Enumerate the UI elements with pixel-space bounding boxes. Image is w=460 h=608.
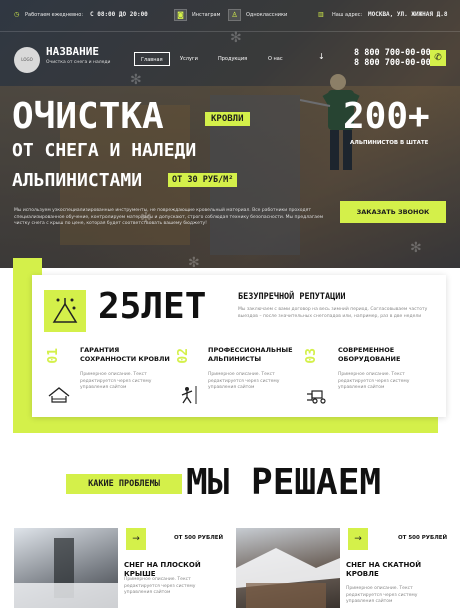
service-price: ОТ 500 РУБЛЕЙ <box>398 535 448 541</box>
feature-number: 02 <box>176 348 191 364</box>
nav-services[interactable]: Услуги <box>174 52 204 66</box>
climbers-count: 200+ <box>343 96 430 137</box>
top-bar: ◷ Работаем ежедневно: С 08:00 ДО 20:00 ◙… <box>0 0 460 32</box>
snowflake-icon: ✻ <box>230 30 242 46</box>
hero-title-line3: АЛЬПИНИСТАМИ <box>12 170 143 191</box>
reputation-text: Мы заключаем с вами договор на весь зимн… <box>238 307 428 319</box>
address-label: Наш адрес: <box>332 12 363 18</box>
brand-name: НАЗВАНИЕ <box>46 45 99 58</box>
clock-icon: ◷ <box>14 11 20 18</box>
request-call-button[interactable]: ЗАКАЗАТЬ ЗВОНОК <box>340 201 446 223</box>
hero-description: Мы используем узкоспециализированные инс… <box>14 208 324 226</box>
feature-text: Примерное описание. Текст редактируется … <box>208 372 280 390</box>
climbers-label: АЛЬПИНИСТОВ В ШТАТЕ <box>350 140 429 146</box>
snowplow-icon <box>307 390 326 404</box>
instagram-icon[interactable]: ◙ <box>174 9 187 21</box>
snowflake-icon: ✻ <box>130 72 142 88</box>
hero-tag-roof: КРОВЛИ <box>205 112 250 126</box>
hero-title-line1: ОЧИСТКА <box>12 96 164 137</box>
working-hours-label: Работаем ежедневно: <box>25 12 84 18</box>
phone-icon[interactable]: ✆ <box>430 50 446 66</box>
feature-number: 03 <box>304 348 319 364</box>
brand-tagline: Очистка от снега и наледи <box>46 60 111 65</box>
feature-text: Примерное описание. Текст редактируется … <box>338 372 410 390</box>
hero-title-line2: ОТ СНЕГА И НАЛЕДИ <box>12 140 197 161</box>
phone-number[interactable]: 8 800 700-00-00 <box>354 58 431 68</box>
working-hours: С 08:00 ДО 20:00 <box>90 11 148 18</box>
service-text: Примерное описание. Текст редактируется … <box>124 577 196 595</box>
hero-price-tag: ОТ 30 РУБ/М² <box>168 173 238 187</box>
feature-text: Примерное описание. Текст редактируется … <box>80 372 152 390</box>
arrow-right-icon[interactable]: → <box>348 528 368 550</box>
problems-tag: КАКИЕ ПРОБЛЕМЫ <box>66 474 182 494</box>
service-photo <box>14 528 118 608</box>
service-title[interactable]: СНЕГ НА СКАТНОЙ КРОВЛЕ <box>346 561 446 579</box>
building-icon: ▥ <box>318 11 324 18</box>
social-link[interactable]: Одноклассники <box>246 12 287 18</box>
instagram-link[interactable]: Инстаграм <box>192 12 220 18</box>
feature-title: ПРОФЕССИОНАЛЬНЫЕ АЛЬПИНИСТЫ <box>208 346 293 363</box>
service-text: Примерное описание. Текст редактируется … <box>346 586 418 604</box>
service-price: ОТ 500 РУБЛЕЙ <box>174 535 224 541</box>
reputation-icon <box>44 290 86 332</box>
nav-about[interactable]: О нас <box>262 52 289 66</box>
ok-icon[interactable]: ♙ <box>228 9 241 21</box>
feature-number: 01 <box>46 348 61 364</box>
reputation-title: БЕЗУПРЕЧНОЙ РЕПУТАЦИИ <box>238 292 346 302</box>
arrow-down-icon[interactable]: ↓ <box>318 52 325 61</box>
arrow-right-icon[interactable]: → <box>126 528 146 550</box>
service-photo <box>236 528 340 608</box>
years-count: 25ЛЕТ <box>98 286 207 327</box>
snowflake-icon: ✻ <box>188 255 200 268</box>
nav-home[interactable]: Главная <box>134 52 170 66</box>
feature-title: ГАРАНТИЯ СОХРАННОСТИ КРОВЛИ <box>80 346 170 363</box>
snowflake-icon: ✻ <box>410 240 422 256</box>
accent-frame <box>13 415 438 433</box>
feature-title: СОВРЕМЕННОЕ ОБОРУДОВАНИЕ <box>338 346 401 363</box>
logo[interactable]: LOGO <box>14 47 40 73</box>
roof-icon <box>48 387 70 403</box>
nav-products[interactable]: Продукция <box>212 52 253 66</box>
problems-heading: МЫ РЕШАЕМ <box>186 462 382 503</box>
address: МОСКВА, УЛ. ЖИЖНАЯ Д.8 <box>368 11 448 18</box>
phone-number[interactable]: 8 800 700-00-00 <box>354 48 431 58</box>
climber-icon <box>181 386 197 404</box>
